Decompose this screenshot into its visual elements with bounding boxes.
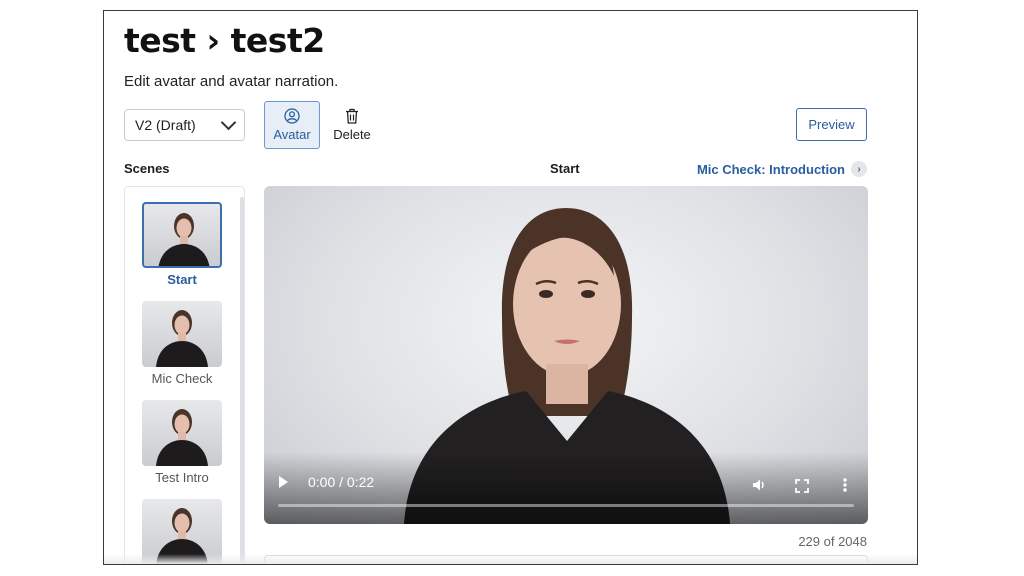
- scene-item[interactable]: Start: [142, 202, 222, 287]
- avatar-thumbnail-image: [156, 409, 208, 466]
- fullscreen-icon[interactable]: [795, 479, 809, 493]
- current-scene-title: Start: [550, 161, 580, 176]
- video-player[interactable]: 0:00 / 0:22: [264, 186, 868, 524]
- avatar-thumbnail-image: [156, 310, 208, 367]
- scene-thumbnail: [142, 400, 222, 466]
- scene-item[interactable]: Test Intro: [142, 400, 222, 485]
- video-progress-bar[interactable]: [278, 504, 854, 507]
- version-select-value: V2 (Draft): [135, 117, 196, 133]
- trash-icon: [346, 108, 358, 124]
- avatar-icon: [284, 108, 300, 124]
- scene-item[interactable]: Mic Check: [142, 301, 222, 386]
- app-frame: test › test2 Edit avatar and avatar narr…: [103, 10, 918, 565]
- video-controls: 0:00 / 0:22: [264, 452, 868, 524]
- scene-label: Mic Check: [151, 371, 213, 386]
- avatar-button[interactable]: Avatar: [264, 101, 320, 149]
- bottom-fade: [104, 554, 917, 564]
- scene-list-scrollbar[interactable]: [240, 197, 244, 564]
- delete-button[interactable]: Delete: [324, 101, 380, 149]
- delete-button-label: Delete: [333, 127, 371, 142]
- preview-button[interactable]: Preview: [796, 108, 867, 141]
- chevron-right-icon: ›: [851, 161, 867, 177]
- page-title: test › test2: [124, 21, 325, 60]
- page-subtitle: Edit avatar and avatar narration.: [124, 73, 339, 90]
- version-select[interactable]: V2 (Draft): [124, 109, 245, 141]
- scene-thumbnail: [142, 202, 222, 268]
- volume-icon[interactable]: [751, 477, 767, 493]
- avatar-button-label: Avatar: [273, 127, 311, 142]
- chevron-down-icon: [220, 114, 237, 131]
- next-scene-link[interactable]: Mic Check: Introduction ›: [697, 161, 867, 177]
- next-scene-label: Mic Check: Introduction: [696, 161, 845, 177]
- scene-label: Start: [167, 272, 197, 287]
- scene-list: Start Mic Check Test Intro: [124, 186, 245, 564]
- scene-thumbnail: [142, 301, 222, 367]
- scene-label: Test Intro: [155, 470, 209, 485]
- video-time: 0:00 / 0:22: [308, 474, 375, 490]
- character-count: 229 of 2048: [798, 534, 867, 549]
- avatar-thumbnail-image: [158, 213, 210, 266]
- scenes-heading: Scenes: [124, 161, 170, 176]
- play-icon[interactable]: [279, 476, 288, 488]
- more-options-icon[interactable]: [842, 477, 848, 493]
